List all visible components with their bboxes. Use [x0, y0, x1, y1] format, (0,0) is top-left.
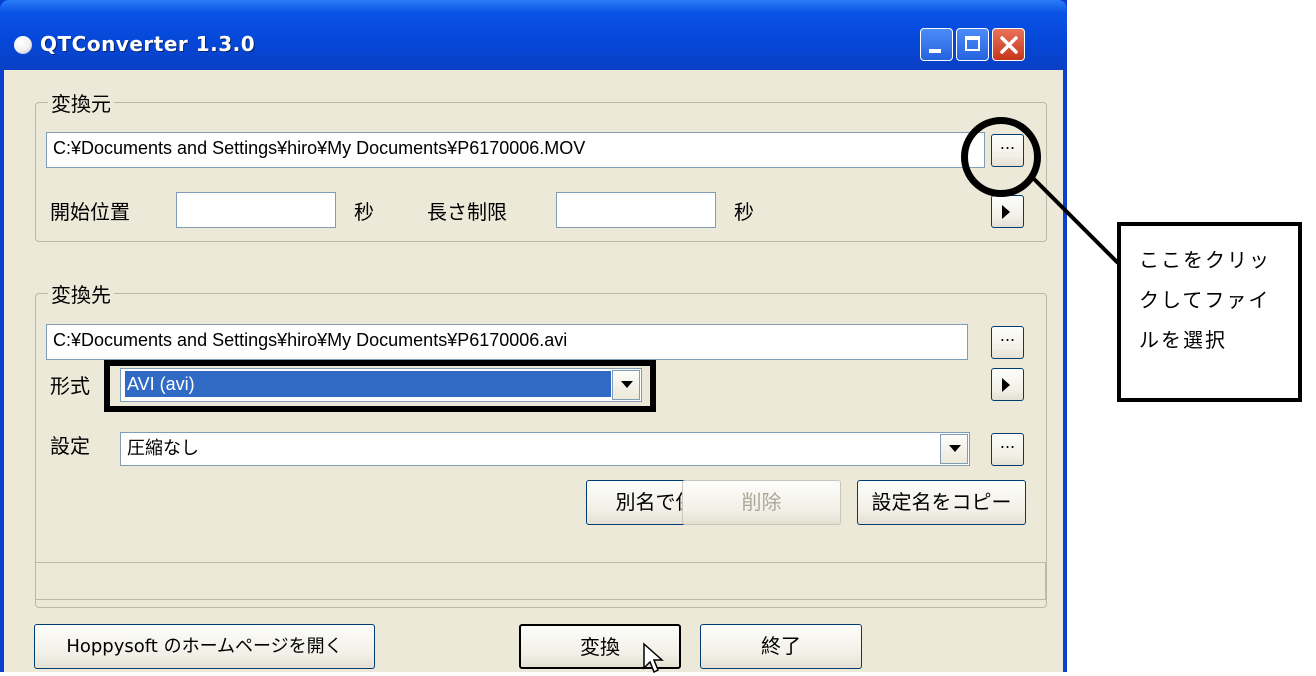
- callout-line-2: クしてファイ: [1139, 288, 1271, 312]
- settings-dropdown-button[interactable]: [940, 434, 968, 464]
- source-expand-button[interactable]: [991, 195, 1024, 228]
- app-icon: [14, 36, 32, 54]
- callout-line-3: ルを選択: [1139, 328, 1227, 352]
- app-window: QTConverter 1.3.0 変換元 C:¥Documents and S…: [0, 0, 1067, 674]
- maximize-button[interactable]: [956, 28, 989, 61]
- progress-bar: [35, 562, 1046, 600]
- dest-group-label: 変換先: [48, 279, 114, 308]
- annotation-pointer-line: [1032, 177, 1120, 265]
- minimize-button[interactable]: [920, 28, 953, 61]
- format-label: 形式: [50, 374, 90, 398]
- settings-select-value: 圧縮なし: [127, 438, 199, 458]
- length-unit-label: 秒: [734, 200, 754, 224]
- close-icon: [1000, 36, 1018, 54]
- close-button[interactable]: [992, 28, 1025, 61]
- annotation-format-highlight: [104, 360, 656, 412]
- settings-browse-button[interactable]: ...: [991, 433, 1024, 466]
- annotation-circle: [961, 117, 1041, 197]
- annotation-callout: ここをクリッ クしてファイ ルを選択: [1117, 222, 1302, 402]
- start-unit-label: 秒: [354, 200, 374, 224]
- play-icon: [1002, 378, 1010, 392]
- mouse-cursor-icon: [643, 642, 664, 674]
- length-limit-input[interactable]: [556, 192, 716, 228]
- chevron-down-icon: [949, 445, 961, 452]
- source-path-input[interactable]: C:¥Documents and Settings¥hiro¥My Docume…: [46, 132, 985, 168]
- copy-settings-name-button[interactable]: 設定名をコピー: [857, 480, 1026, 525]
- settings-select[interactable]: 圧縮なし: [120, 432, 970, 466]
- delete-button[interactable]: 削除: [682, 480, 841, 525]
- maximize-icon: [965, 36, 980, 51]
- play-icon: [1002, 205, 1010, 219]
- settings-label: 設定: [50, 434, 90, 458]
- dest-browse-button[interactable]: ...: [991, 326, 1024, 359]
- length-limit-label: 長さ制限: [427, 200, 507, 224]
- dest-path-input[interactable]: C:¥Documents and Settings¥hiro¥My Docume…: [46, 324, 968, 360]
- minimize-icon: [929, 49, 941, 53]
- homepage-button[interactable]: Hoppysoft のホームページを開く: [34, 624, 375, 669]
- exit-button[interactable]: 終了: [700, 624, 862, 669]
- callout-line-1: ここをクリッ: [1139, 248, 1271, 272]
- window-title: QTConverter 1.3.0: [40, 32, 256, 56]
- title-bar[interactable]: QTConverter 1.3.0: [0, 0, 1067, 70]
- source-group-label: 変換元: [48, 88, 114, 117]
- dest-expand-button[interactable]: [991, 368, 1024, 401]
- start-position-input[interactable]: [176, 192, 336, 228]
- start-position-label: 開始位置: [50, 200, 130, 224]
